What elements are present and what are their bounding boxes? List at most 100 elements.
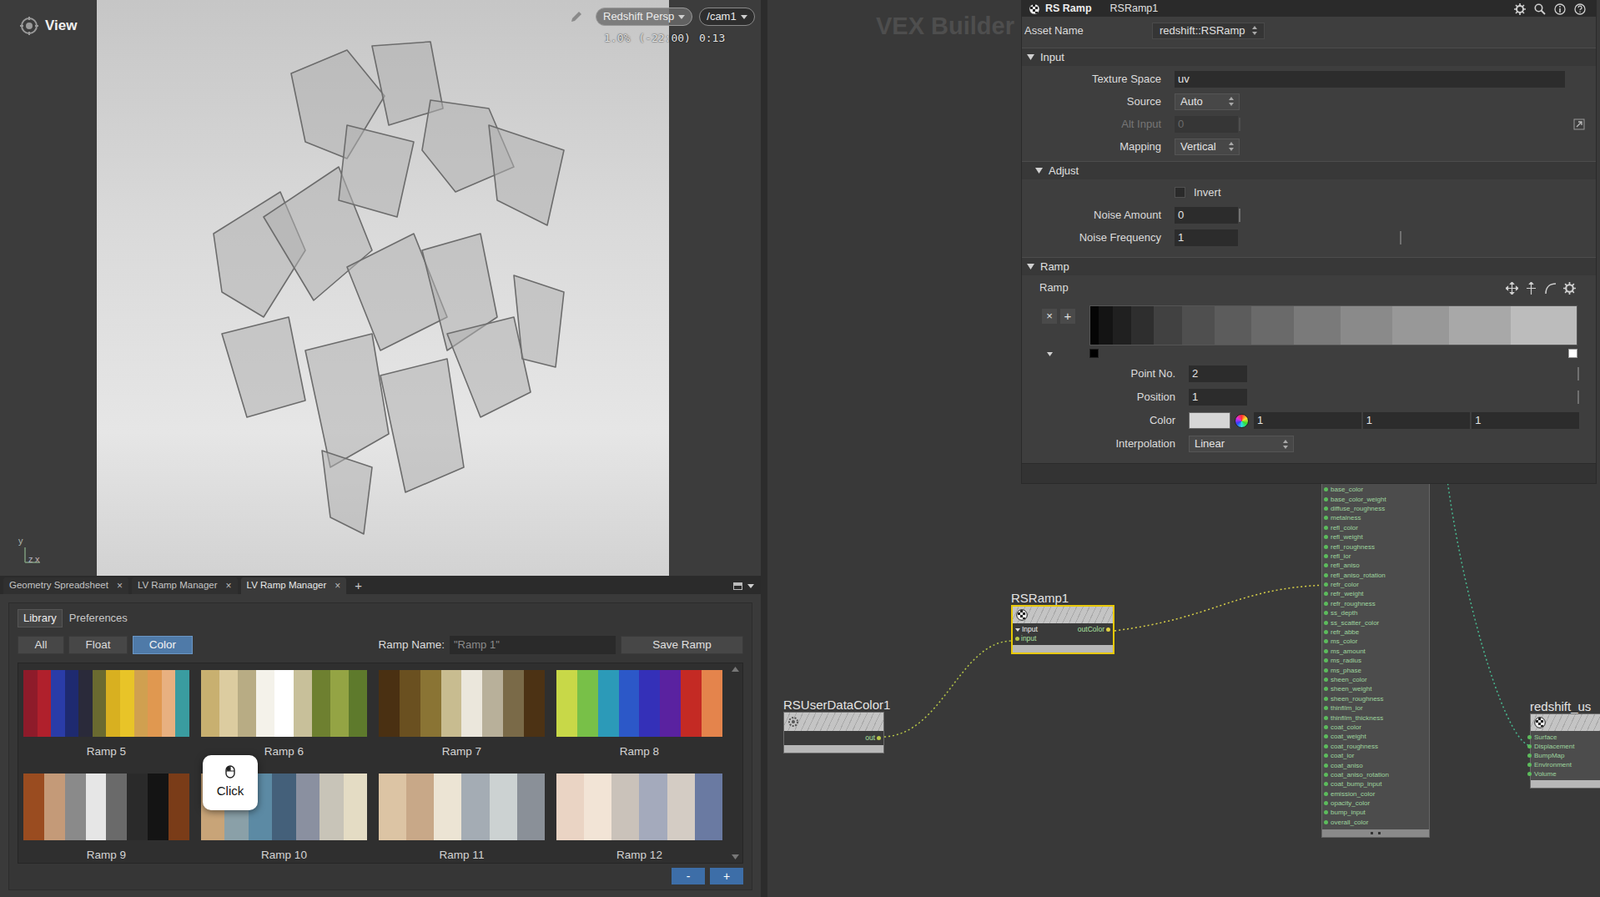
input-port[interactable]: refl_weight bbox=[1322, 532, 1429, 542]
ramp-preset[interactable]: Ramp 12 bbox=[556, 773, 723, 864]
ramp-key-track[interactable] bbox=[1089, 347, 1578, 360]
port-dot[interactable] bbox=[1527, 753, 1532, 758]
input-port[interactable]: metalness bbox=[1322, 513, 1429, 523]
pane-menu-caret-icon[interactable] bbox=[747, 583, 755, 589]
node-body[interactable]: InputoutColorinput bbox=[1011, 604, 1115, 655]
section-toggle-icon[interactable] bbox=[1026, 263, 1036, 270]
filter-button[interactable]: Float bbox=[68, 635, 128, 655]
input-port[interactable]: ms_color bbox=[1322, 636, 1429, 646]
input-port[interactable]: refl_color bbox=[1322, 523, 1429, 533]
renderer-menu[interactable]: Redshift Persp bbox=[595, 7, 693, 26]
output-node[interactable]: redshift_usSurfaceDisplacementBumpMapEnv… bbox=[1524, 699, 1600, 789]
node-body[interactable]: SurfaceDisplacementBumpMapEnvironmentVol… bbox=[1529, 713, 1600, 789]
port-dot[interactable] bbox=[1323, 800, 1329, 806]
slider-track[interactable] bbox=[1248, 388, 1580, 406]
pane-divider[interactable] bbox=[760, 0, 768, 897]
slider-handle[interactable] bbox=[1577, 390, 1580, 404]
node-name-field[interactable]: RSRamp1 bbox=[1110, 0, 1159, 17]
input-port[interactable]: ms_phase bbox=[1322, 664, 1429, 675]
input-port[interactable]: coat_bump_input bbox=[1322, 779, 1429, 789]
input-port[interactable]: overall_color bbox=[1322, 817, 1429, 827]
port-dot[interactable] bbox=[1323, 649, 1329, 654]
add-point-button[interactable]: + bbox=[1060, 308, 1076, 324]
ramp-key[interactable] bbox=[1089, 348, 1099, 358]
input-port[interactable]: bump_input bbox=[1322, 807, 1429, 817]
ramp-preset[interactable]: Ramp 9 bbox=[23, 773, 190, 864]
ramp-swatch[interactable] bbox=[378, 773, 545, 841]
ramp-preset[interactable]: Ramp 11 bbox=[378, 773, 545, 864]
pane-layout-icon[interactable] bbox=[733, 582, 743, 590]
output-port[interactable]: outColor bbox=[1077, 624, 1111, 634]
output-port[interactable]: out bbox=[865, 733, 881, 743]
section-header[interactable]: Adjust bbox=[1021, 161, 1596, 180]
port-dot[interactable] bbox=[1527, 734, 1532, 740]
input-port[interactable]: diffuse_roughness bbox=[1322, 503, 1429, 514]
channel-chooser-icon[interactable] bbox=[1572, 117, 1586, 131]
ramp-preset[interactable]: Ramp 8 bbox=[556, 669, 723, 760]
input-port[interactable]: ms_amount bbox=[1322, 646, 1429, 656]
input-port[interactable]: BumpMap bbox=[1527, 750, 1600, 760]
input-port[interactable]: Surface bbox=[1527, 732, 1600, 742]
port-dot[interactable] bbox=[1323, 553, 1329, 559]
port-dot[interactable] bbox=[1323, 781, 1329, 786]
port-dot[interactable] bbox=[1323, 601, 1329, 606]
gear-icon[interactable] bbox=[1514, 3, 1526, 16]
network-editor[interactable]: VEX Builder RSRamp1InputoutColorinput RS… bbox=[767, 0, 1600, 897]
tab-close-button[interactable]: × bbox=[116, 578, 123, 594]
slider-handle[interactable] bbox=[1577, 367, 1580, 381]
port-dot[interactable] bbox=[1323, 525, 1329, 530]
add-point-icon[interactable] bbox=[1524, 281, 1538, 295]
user-data-node[interactable]: RSUserDataColor1out bbox=[783, 697, 891, 754]
port-dot[interactable] bbox=[1323, 820, 1329, 825]
port-dot[interactable] bbox=[1323, 677, 1329, 682]
port-dot[interactable] bbox=[1323, 534, 1329, 539]
parameter-panel[interactable]: RS RampRSRamp1Asset Nameredshift::RSRamp… bbox=[1021, 0, 1597, 484]
port-dot[interactable] bbox=[1323, 506, 1329, 511]
port-dot[interactable] bbox=[1323, 582, 1329, 587]
input-port[interactable]: ss_scatter_color bbox=[1322, 617, 1429, 627]
input-port[interactable]: opacity_color bbox=[1322, 798, 1429, 808]
input-port[interactable]: Volume bbox=[1527, 769, 1600, 779]
input-port[interactable]: refl_aniso_rotation bbox=[1322, 570, 1429, 580]
ramp-swatch[interactable] bbox=[201, 669, 368, 737]
material-node[interactable]: base_colorbase_color_weightdiffuse_rough… bbox=[1321, 482, 1430, 838]
port-dot[interactable] bbox=[1323, 497, 1329, 502]
ramp-key[interactable] bbox=[1568, 348, 1578, 358]
ramp-manager-tab[interactable]: Library bbox=[17, 608, 63, 628]
port-dot[interactable] bbox=[1323, 810, 1329, 815]
port-dot[interactable] bbox=[1323, 791, 1329, 796]
pane-tab[interactable]: LV Ramp Manager× bbox=[241, 577, 348, 594]
port-dot[interactable] bbox=[1323, 487, 1329, 492]
ramp-preset[interactable]: Ramp 6 bbox=[201, 669, 368, 760]
ramp-swatch[interactable] bbox=[23, 669, 190, 737]
port-dot[interactable] bbox=[1106, 627, 1111, 632]
port-dot[interactable] bbox=[1527, 762, 1532, 767]
remove-ramp-button[interactable]: - bbox=[671, 867, 705, 885]
checkbox[interactable] bbox=[1174, 186, 1186, 198]
input-port[interactable]: refr_color bbox=[1322, 579, 1429, 589]
search-icon[interactable] bbox=[1534, 3, 1546, 16]
ramp-manager-tab[interactable]: Preferences bbox=[64, 608, 133, 628]
port-dot[interactable] bbox=[1323, 515, 1329, 520]
text-field[interactable]: uv bbox=[1174, 70, 1565, 88]
ramp-preset[interactable]: Ramp 5 bbox=[23, 669, 190, 760]
node-body[interactable]: out bbox=[783, 711, 885, 754]
ramp-node[interactable]: RSRamp1InputoutColorinput bbox=[1011, 590, 1115, 655]
color-swatch[interactable] bbox=[1188, 412, 1231, 429]
port-dot[interactable] bbox=[1527, 771, 1532, 776]
port-dot[interactable] bbox=[1323, 744, 1329, 749]
port-dot[interactable] bbox=[1323, 772, 1329, 777]
slider-field[interactable]: 1 bbox=[1188, 388, 1248, 406]
ramp-editor[interactable] bbox=[1089, 305, 1578, 346]
dropdown-menu[interactable]: Vertical bbox=[1174, 138, 1240, 156]
input-port[interactable]: coat_roughness bbox=[1322, 741, 1429, 751]
ramp-swatch[interactable] bbox=[23, 773, 190, 841]
color-component-field[interactable]: 1 bbox=[1471, 412, 1580, 429]
input-port[interactable]: base_color_weight bbox=[1322, 493, 1429, 504]
color-wheel-icon[interactable] bbox=[1234, 413, 1249, 428]
input-port[interactable]: refl_roughness bbox=[1322, 541, 1429, 551]
port-dot[interactable] bbox=[1323, 573, 1329, 578]
info-icon[interactable] bbox=[1554, 3, 1566, 16]
color-component-field[interactable]: 1 bbox=[1363, 412, 1471, 429]
port-dot[interactable] bbox=[1323, 668, 1329, 673]
